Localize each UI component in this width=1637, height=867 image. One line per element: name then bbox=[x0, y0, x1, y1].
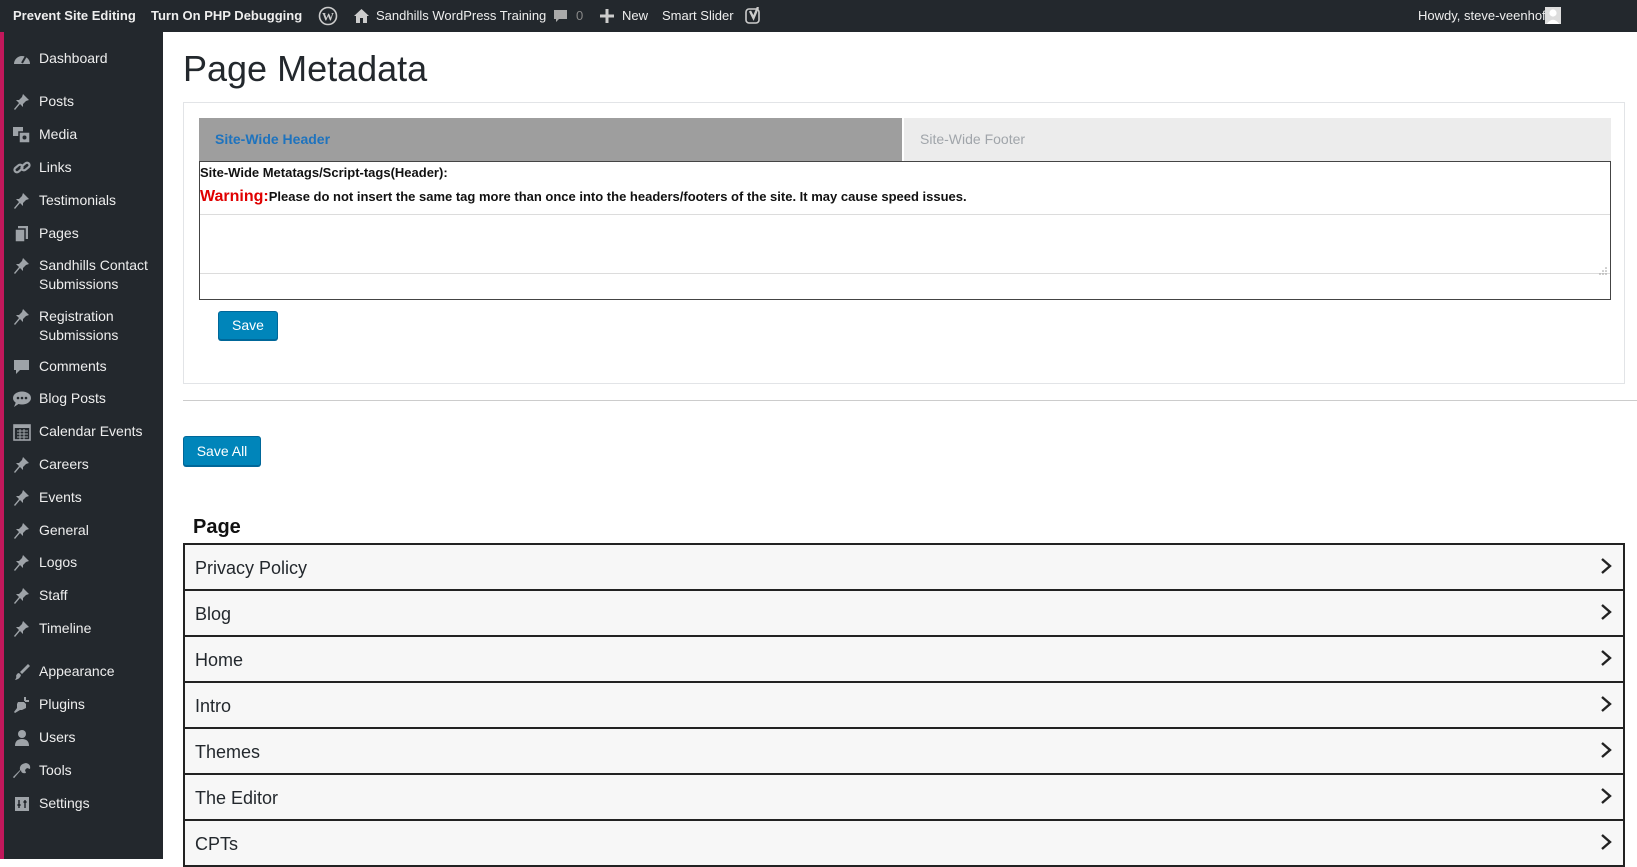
sidebar-item-label: Testimonials bbox=[39, 192, 117, 208]
sidebar-item-label: Dashboard bbox=[39, 50, 108, 66]
page-section-heading: Page bbox=[193, 516, 241, 538]
calendar-icon bbox=[12, 423, 32, 441]
plugin-icon bbox=[12, 696, 32, 714]
howdy-user-link[interactable]: Howdy, steve-veenhof bbox=[1418, 0, 1546, 32]
divider bbox=[183, 400, 1637, 401]
sidebar-item-label: Registration Submissions bbox=[39, 308, 119, 343]
sidebar-item-label: Posts bbox=[39, 93, 75, 109]
pin-icon bbox=[12, 257, 32, 275]
pin-icon bbox=[12, 587, 32, 605]
home-icon[interactable] bbox=[353, 8, 370, 24]
sidebar-item-label: Comments bbox=[39, 358, 107, 374]
comment-bubble-icon[interactable] bbox=[553, 9, 568, 24]
prevent-site-editing-link[interactable]: Prevent Site Editing bbox=[13, 0, 136, 32]
page-row-label: Home bbox=[195, 650, 244, 670]
sidebar-item-label: Media bbox=[39, 126, 78, 142]
pin-icon bbox=[12, 192, 32, 210]
pin-icon bbox=[12, 489, 32, 507]
page-row-intro[interactable]: Intro bbox=[183, 681, 1625, 729]
speech-icon bbox=[12, 390, 32, 408]
page-row-label: CPTs bbox=[195, 834, 239, 854]
sidebar-item-label: Settings bbox=[39, 795, 90, 811]
main-content: Page Metadata Site-Wide Header Site-Wide… bbox=[163, 32, 1637, 867]
warning-message: Warning:Please do not insert the same ta… bbox=[200, 188, 967, 206]
pin-icon bbox=[12, 308, 32, 326]
chevron-right-icon bbox=[1599, 603, 1613, 621]
tab-bar: Site-Wide Header Site-Wide Footer bbox=[199, 118, 1611, 161]
save-all-button[interactable]: Save All bbox=[183, 436, 261, 466]
chevron-right-icon bbox=[1599, 695, 1613, 713]
sidebar-item-label: Sandhills Contact Submissions bbox=[39, 257, 148, 292]
brush-icon bbox=[12, 663, 32, 681]
svg-text:W: W bbox=[322, 10, 334, 24]
header-metatags-textarea[interactable] bbox=[200, 214, 1610, 274]
pages-icon bbox=[12, 225, 32, 243]
sidebar-item-label: Users bbox=[39, 729, 76, 745]
sidebar-item-label: Calendar Events bbox=[39, 423, 143, 439]
sidebar-item-label: Tools bbox=[39, 762, 72, 778]
metadata-panel: Site-Wide Header Site-Wide Footer Site-W… bbox=[183, 102, 1625, 384]
chevron-right-icon bbox=[1599, 787, 1613, 805]
settings-icon bbox=[12, 795, 32, 813]
page-row-label: Intro bbox=[195, 696, 232, 716]
avatar[interactable] bbox=[1545, 7, 1561, 24]
site-name-link[interactable]: Sandhills WordPress Training bbox=[376, 0, 546, 32]
plus-icon[interactable] bbox=[600, 9, 614, 23]
sidebar-item-label: Events bbox=[39, 489, 82, 505]
sidebar-item-label: General bbox=[39, 522, 89, 538]
sidebar-item-label: Pages bbox=[39, 225, 79, 241]
tab-site-wide-footer[interactable]: Site-Wide Footer bbox=[904, 118, 1611, 161]
yoast-seo-icon[interactable] bbox=[745, 7, 763, 24]
sidebar-item-label: Logos bbox=[39, 554, 78, 570]
pin-icon bbox=[12, 620, 32, 638]
page-row-label: Privacy Policy bbox=[195, 558, 308, 578]
page-row-cpts[interactable]: CPTs bbox=[183, 819, 1625, 867]
wordpress-logo-icon[interactable]: W bbox=[318, 6, 338, 26]
new-content-link[interactable]: New bbox=[622, 0, 648, 32]
dashboard-icon bbox=[12, 50, 32, 68]
pin-icon bbox=[12, 522, 32, 540]
page-row-label: Themes bbox=[195, 742, 261, 762]
tab-content: Site-Wide Metatags/Script-tags(Header): … bbox=[199, 161, 1611, 300]
chevron-right-icon bbox=[1599, 833, 1613, 851]
sidebar-item-label: Staff bbox=[39, 587, 68, 603]
comments-count[interactable]: 0 bbox=[576, 0, 583, 32]
admin-bar: Prevent Site Editing Turn On PHP Debuggi… bbox=[0, 0, 1637, 32]
sidebar-item-label: Blog Posts bbox=[39, 390, 106, 406]
chevron-right-icon bbox=[1599, 741, 1613, 759]
smart-slider-link[interactable]: Smart Slider bbox=[662, 0, 734, 32]
sidebar-item-label: Links bbox=[39, 159, 72, 175]
warning-label: Warning: bbox=[200, 188, 269, 205]
tab-site-wide-header[interactable]: Site-Wide Header bbox=[199, 118, 902, 161]
page-row-home[interactable]: Home bbox=[183, 635, 1625, 683]
wrench-icon bbox=[12, 762, 32, 780]
sidebar-item-label: Appearance bbox=[39, 663, 115, 679]
comment-icon bbox=[12, 358, 32, 376]
save-button[interactable]: Save bbox=[218, 311, 278, 340]
chevron-right-icon bbox=[1599, 649, 1613, 667]
pin-icon bbox=[12, 93, 32, 111]
media-icon bbox=[12, 126, 32, 144]
page-title: Page Metadata bbox=[183, 48, 428, 89]
page-row-themes[interactable]: Themes bbox=[183, 727, 1625, 775]
resize-grip-icon[interactable] bbox=[1599, 262, 1607, 275]
chevron-right-icon bbox=[1599, 557, 1613, 575]
user-icon bbox=[12, 729, 32, 747]
warning-text: Please do not insert the same tag more t… bbox=[268, 189, 967, 204]
page-row-label: The Editor bbox=[195, 788, 279, 808]
pin-icon bbox=[12, 456, 32, 474]
sidebar-item-label: Timeline bbox=[39, 620, 92, 636]
header-metatags-label: Site-Wide Metatags/Script-tags(Header): bbox=[200, 165, 448, 180]
page-row-label: Blog bbox=[195, 604, 232, 624]
sidebar-item-label: Careers bbox=[39, 456, 89, 472]
link-icon bbox=[12, 159, 32, 177]
admin-sidebar: Dashboard Posts Media Links Testimonials… bbox=[0, 32, 163, 859]
page-row-privacy-policy[interactable]: Privacy Policy bbox=[183, 543, 1625, 591]
page-row-blog[interactable]: Blog bbox=[183, 589, 1625, 637]
sidebar-item-label: Plugins bbox=[39, 696, 85, 712]
pin-icon bbox=[12, 554, 32, 572]
php-debugging-link[interactable]: Turn On PHP Debugging bbox=[151, 0, 302, 32]
page-row-the-editor[interactable]: The Editor bbox=[183, 773, 1625, 821]
